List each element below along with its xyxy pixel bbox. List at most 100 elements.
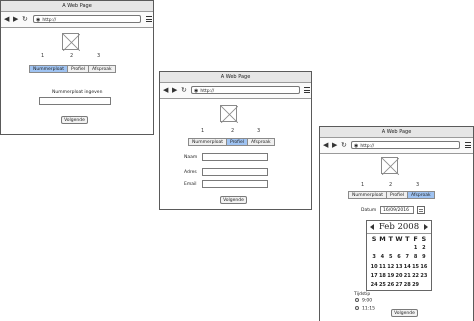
calendar-day[interactable]: 13 — [395, 263, 403, 272]
calendar-day[interactable]: 11 — [378, 263, 386, 272]
calendar-day[interactable]: 22 — [411, 272, 419, 281]
image-placeholder-icon — [381, 157, 399, 175]
tab-afsproak[interactable]: Afsproak — [408, 192, 434, 198]
window-title: A Web Page — [160, 72, 311, 83]
email-label: Email — [184, 182, 197, 187]
calendar-days: 1 2 3 4 5 6 7 8 9 10 11 12 13 14 15 16 17 18 19 20 21 22 23 24 2… — [370, 244, 428, 290]
calendar-day[interactable]: 7 — [403, 253, 411, 262]
browser-toolbar: ◀ ▶ ↻ ◉ http:// — [320, 138, 473, 154]
time-option-1[interactable]: 9:00 — [355, 298, 372, 304]
calendar-day[interactable]: 14 — [403, 263, 411, 272]
tab-profiel[interactable]: Profiel — [387, 192, 408, 198]
step-2: 2 — [389, 182, 393, 188]
calendar-day — [378, 244, 386, 253]
hamburger-menu-icon[interactable] — [304, 87, 310, 93]
back-icon[interactable]: ◀ — [323, 141, 328, 149]
reload-icon[interactable]: ↻ — [181, 86, 187, 94]
calendar-day[interactable]: 29 — [411, 281, 419, 290]
forward-icon[interactable]: ▶ — [172, 86, 177, 94]
calendar-day[interactable]: 19 — [387, 272, 395, 281]
tab-nummerploat[interactable]: Nummerploat — [349, 192, 387, 198]
radio-button[interactable] — [355, 298, 359, 302]
calendar-weekday: M — [379, 235, 386, 243]
calendar-day[interactable]: 18 — [378, 272, 386, 281]
next-button[interactable]: Volgende — [391, 309, 418, 317]
calendar-day[interactable]: 8 — [411, 253, 419, 262]
browser-toolbar: ◀ ▶ ↻ ◉ http:// — [160, 83, 311, 99]
tab-profiel[interactable]: Profiel — [227, 139, 248, 145]
step-1: 1 — [201, 128, 205, 134]
calendar-weekday: S — [371, 235, 377, 243]
calendar-weekdays: SMTWTFS — [370, 234, 428, 244]
reload-icon[interactable]: ↻ — [341, 141, 347, 149]
forward-icon[interactable]: ▶ — [13, 15, 18, 23]
back-icon[interactable]: ◀ — [163, 86, 168, 94]
date-label: Datum — [361, 208, 377, 213]
calendar-day[interactable]: 12 — [387, 263, 395, 272]
name-input[interactable] — [202, 153, 268, 161]
calendar-day[interactable]: 24 — [370, 281, 378, 290]
name-label: Naam — [184, 155, 198, 160]
wizard-tabs: Nummerploat Profiel Afsproak — [348, 191, 435, 199]
calendar-day[interactable]: 26 — [387, 281, 395, 290]
calendar-weekday: S — [421, 235, 427, 243]
step-3: 3 — [257, 128, 261, 134]
email-input[interactable] — [202, 180, 268, 188]
calendar-weekday: F — [413, 235, 418, 243]
date-input[interactable]: 16/09/2016 — [380, 206, 414, 214]
back-icon[interactable]: ◀ — [4, 15, 9, 23]
tab-profiel[interactable]: Profiel — [68, 66, 89, 72]
url-bar[interactable]: ◉ http:// — [33, 15, 141, 23]
calendar-day[interactable]: 4 — [378, 253, 386, 262]
calendar-day[interactable]: 10 — [370, 263, 378, 272]
calendar-day[interactable]: 5 — [387, 253, 395, 262]
calendar-day — [420, 281, 428, 290]
tab-nummerploat[interactable]: Nummerploat — [189, 139, 227, 145]
calendar-day[interactable]: 28 — [403, 281, 411, 290]
license-plate-label: Nummerploat ingeven — [52, 90, 103, 95]
next-button[interactable]: Volgende — [220, 196, 247, 204]
reload-icon[interactable]: ↻ — [22, 15, 28, 23]
calendar-day[interactable]: 3 — [370, 253, 378, 262]
next-month-icon[interactable] — [424, 224, 428, 230]
calendar-month-label: Feb 2008 — [378, 222, 420, 232]
radio-button[interactable] — [355, 306, 359, 310]
hamburger-menu-icon[interactable] — [146, 16, 152, 22]
forward-icon[interactable]: ▶ — [332, 141, 337, 149]
calendar-day[interactable]: 25 — [378, 281, 386, 290]
calendar-day[interactable]: 2 — [420, 244, 428, 253]
date-picker-calendar: Feb 2008 SMTWTFS 1 2 3 4 5 6 7 8 9 10 11 12 13 14 15 16… — [366, 220, 432, 291]
address-input[interactable] — [202, 168, 268, 176]
calendar-day[interactable]: 9 — [420, 253, 428, 262]
window-title: A Web Page — [1, 1, 153, 12]
tab-afsproak[interactable]: Afsproak — [89, 66, 115, 72]
time-option-label: 11:15 — [362, 306, 375, 312]
next-button[interactable]: Volgende — [61, 116, 88, 124]
calendar-day[interactable]: 23 — [420, 272, 428, 281]
license-plate-input[interactable] — [39, 97, 111, 105]
calendar-day[interactable]: 6 — [395, 253, 403, 262]
calendar-day[interactable]: 20 — [395, 272, 403, 281]
calendar-day[interactable]: 17 — [370, 272, 378, 281]
url-bar[interactable]: ◉ http:// — [351, 141, 460, 149]
time-option-2[interactable]: 11:15 — [355, 306, 375, 312]
calendar-weekday: W — [395, 235, 403, 243]
calendar-header: Feb 2008 — [367, 221, 431, 234]
calendar-day[interactable]: 1 — [411, 244, 419, 253]
tab-nummerploat[interactable]: Nummerploat — [30, 66, 68, 72]
calendar-weekday: T — [405, 235, 410, 243]
calendar-weekday: T — [388, 235, 393, 243]
hamburger-menu-icon[interactable] — [465, 142, 471, 148]
url-bar[interactable]: ◉ http:// — [191, 86, 300, 94]
calendar-day[interactable]: 27 — [395, 281, 403, 290]
step-3: 3 — [416, 182, 420, 188]
time-label: Tijdstip — [354, 292, 371, 297]
calendar-day[interactable]: 21 — [403, 272, 411, 281]
tab-afsproak[interactable]: Afsproak — [248, 139, 274, 145]
calendar-day[interactable]: 15 — [411, 263, 419, 272]
address-label: Adres — [184, 170, 197, 175]
browser-window-2: A Web Page ◀ ▶ ↻ ◉ http:// 1 2 3 Nummerpl… — [159, 71, 312, 210]
calendar-icon[interactable] — [417, 206, 425, 214]
calendar-day — [403, 244, 411, 253]
calendar-day[interactable]: 16 — [420, 263, 428, 272]
